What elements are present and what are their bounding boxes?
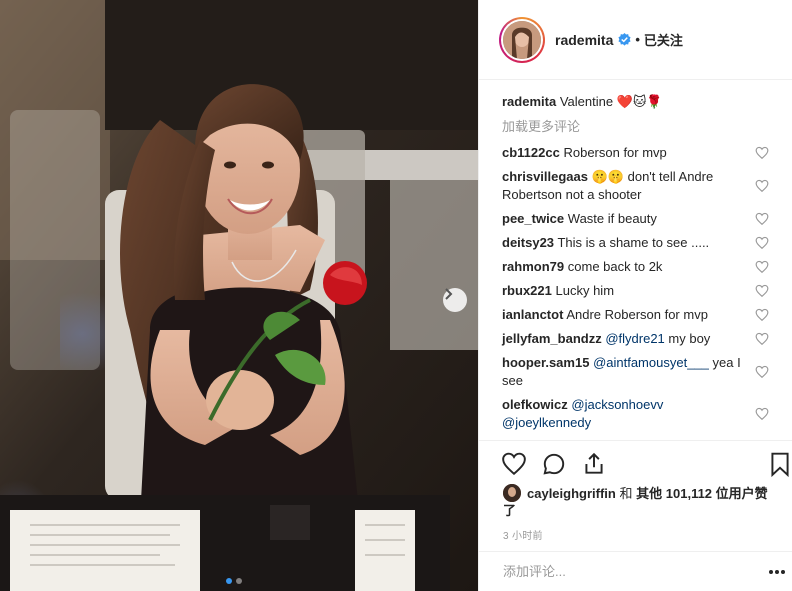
- comment-text: Andre Roberson for mvp: [566, 307, 708, 322]
- comment-mention[interactable]: @joeylkennedy: [502, 415, 591, 430]
- comment-item: cb1122cc Roberson for mvp: [502, 144, 769, 162]
- avatar[interactable]: [503, 20, 541, 59]
- add-comment-bar: [479, 551, 792, 591]
- comment-text: Roberson for mvp: [563, 145, 667, 160]
- verified-badge-icon: [618, 33, 631, 46]
- comment-item: jellyfam_bandzz @flydre21 my boy: [502, 330, 769, 348]
- comment-like-heart-icon[interactable]: [755, 146, 769, 160]
- likes-summary: cayleighgriffin 和 其他 101,112 位用户赞了: [503, 484, 773, 519]
- comment-item: hooper.sam15 @aintfamousyet___ yea I see: [502, 354, 769, 390]
- comment-item: rahmon79 come back to 2k: [502, 258, 769, 276]
- bookmark-icon[interactable]: [767, 451, 792, 477]
- likes-others-label[interactable]: 其他: [636, 486, 662, 501]
- comments-section: rademita Valentine ❤️🐱🌹 加载更多评论 cb1122cc …: [479, 80, 792, 450]
- speech-bubble-icon[interactable]: [541, 451, 567, 477]
- comment-like-heart-icon[interactable]: [755, 365, 769, 379]
- follow-status-button[interactable]: 已关注: [644, 30, 683, 49]
- liker-username[interactable]: cayleighgriffin: [527, 486, 616, 501]
- comment-username[interactable]: jellyfam_bandzz: [502, 331, 602, 346]
- comment-text: Waste if beauty: [567, 211, 657, 226]
- comment-mention[interactable]: @aintfamousyet___: [593, 355, 709, 370]
- comment-item: olefkowicz @jacksonhoevv @joeylkennedy: [502, 396, 769, 432]
- comment-like-heart-icon[interactable]: [755, 260, 769, 274]
- caption-username[interactable]: rademita: [502, 94, 556, 109]
- comment-like-heart-icon[interactable]: [755, 236, 769, 250]
- header-username[interactable]: rademita: [555, 32, 613, 48]
- comment-text: This is a shame to see .....: [557, 235, 710, 250]
- story-ring[interactable]: [499, 16, 545, 63]
- comment-username[interactable]: chrisvillegaas: [502, 169, 588, 184]
- heart-outline-icon[interactable]: [501, 451, 527, 477]
- comment-item: ianlanctot Andre Roberson for mvp: [502, 306, 769, 324]
- comment-username[interactable]: pee_twice: [502, 211, 564, 226]
- comment-like-heart-icon[interactable]: [755, 407, 769, 421]
- carousel-dot-1: [226, 578, 232, 584]
- carousel-next-button[interactable]: [443, 288, 467, 312]
- liker-avatar[interactable]: [503, 484, 521, 502]
- comment-username[interactable]: rahmon79: [502, 259, 564, 274]
- comment-item: rbux221 Lucky him: [502, 282, 769, 300]
- likes-connector: 和: [619, 486, 633, 501]
- comment-username[interactable]: cb1122cc: [502, 145, 560, 160]
- comment-item: chrisvillegaas 🤫🤫 don't tell Andre Rober…: [502, 168, 769, 204]
- comment-username[interactable]: deitsy23: [502, 235, 554, 250]
- comment-username[interactable]: rbux221: [502, 283, 552, 298]
- comment-mention[interactable]: @flydre21: [605, 331, 664, 346]
- comment-like-heart-icon[interactable]: [755, 212, 769, 226]
- add-comment-input[interactable]: [503, 564, 743, 579]
- comment-item: deitsy23 This is a shame to see .....: [502, 234, 769, 252]
- likes-count[interactable]: 101,112: [666, 486, 712, 501]
- liker-avatar-image: [503, 484, 521, 502]
- post-timestamp[interactable]: 3 小时前: [503, 527, 543, 542]
- post-actions-bar: [479, 440, 792, 486]
- carousel-dot-2: [236, 578, 242, 584]
- comment-like-heart-icon[interactable]: [755, 179, 769, 193]
- comment-like-heart-icon[interactable]: [755, 284, 769, 298]
- comment-like-heart-icon[interactable]: [755, 332, 769, 346]
- post-caption: rademita Valentine ❤️🐱🌹: [502, 92, 769, 118]
- caption-text: Valentine ❤️🐱🌹: [559, 94, 663, 109]
- post-side-panel: rademita • 已关注 rademita Valentine ❤️🐱🌹 加…: [478, 0, 792, 591]
- header-separator: •: [635, 32, 640, 47]
- comment-like-heart-icon[interactable]: [755, 308, 769, 322]
- chevron-right-icon: [445, 288, 453, 300]
- comment-text: come back to 2k: [567, 259, 663, 274]
- comment-username[interactable]: hooper.sam15: [502, 355, 589, 370]
- comment-text: Lucky him: [555, 283, 615, 298]
- photo-illustration: [0, 0, 478, 591]
- comment-username[interactable]: olefkowicz: [502, 397, 568, 412]
- comment-item: pee_twice Waste if beauty: [502, 210, 769, 228]
- load-more-comments-button[interactable]: 加载更多评论: [502, 118, 769, 144]
- comment-mention[interactable]: @jacksonhoevv: [571, 397, 663, 412]
- share-arrow-icon[interactable]: [581, 451, 607, 477]
- comment-text: my boy: [664, 331, 711, 346]
- ellipsis-icon[interactable]: [767, 562, 787, 582]
- avatar-image: [503, 20, 541, 59]
- post-header: rademita • 已关注: [479, 0, 792, 80]
- carousel-indicator: [226, 578, 242, 584]
- post-photo[interactable]: [0, 0, 478, 591]
- comment-username[interactable]: ianlanctot: [502, 307, 563, 322]
